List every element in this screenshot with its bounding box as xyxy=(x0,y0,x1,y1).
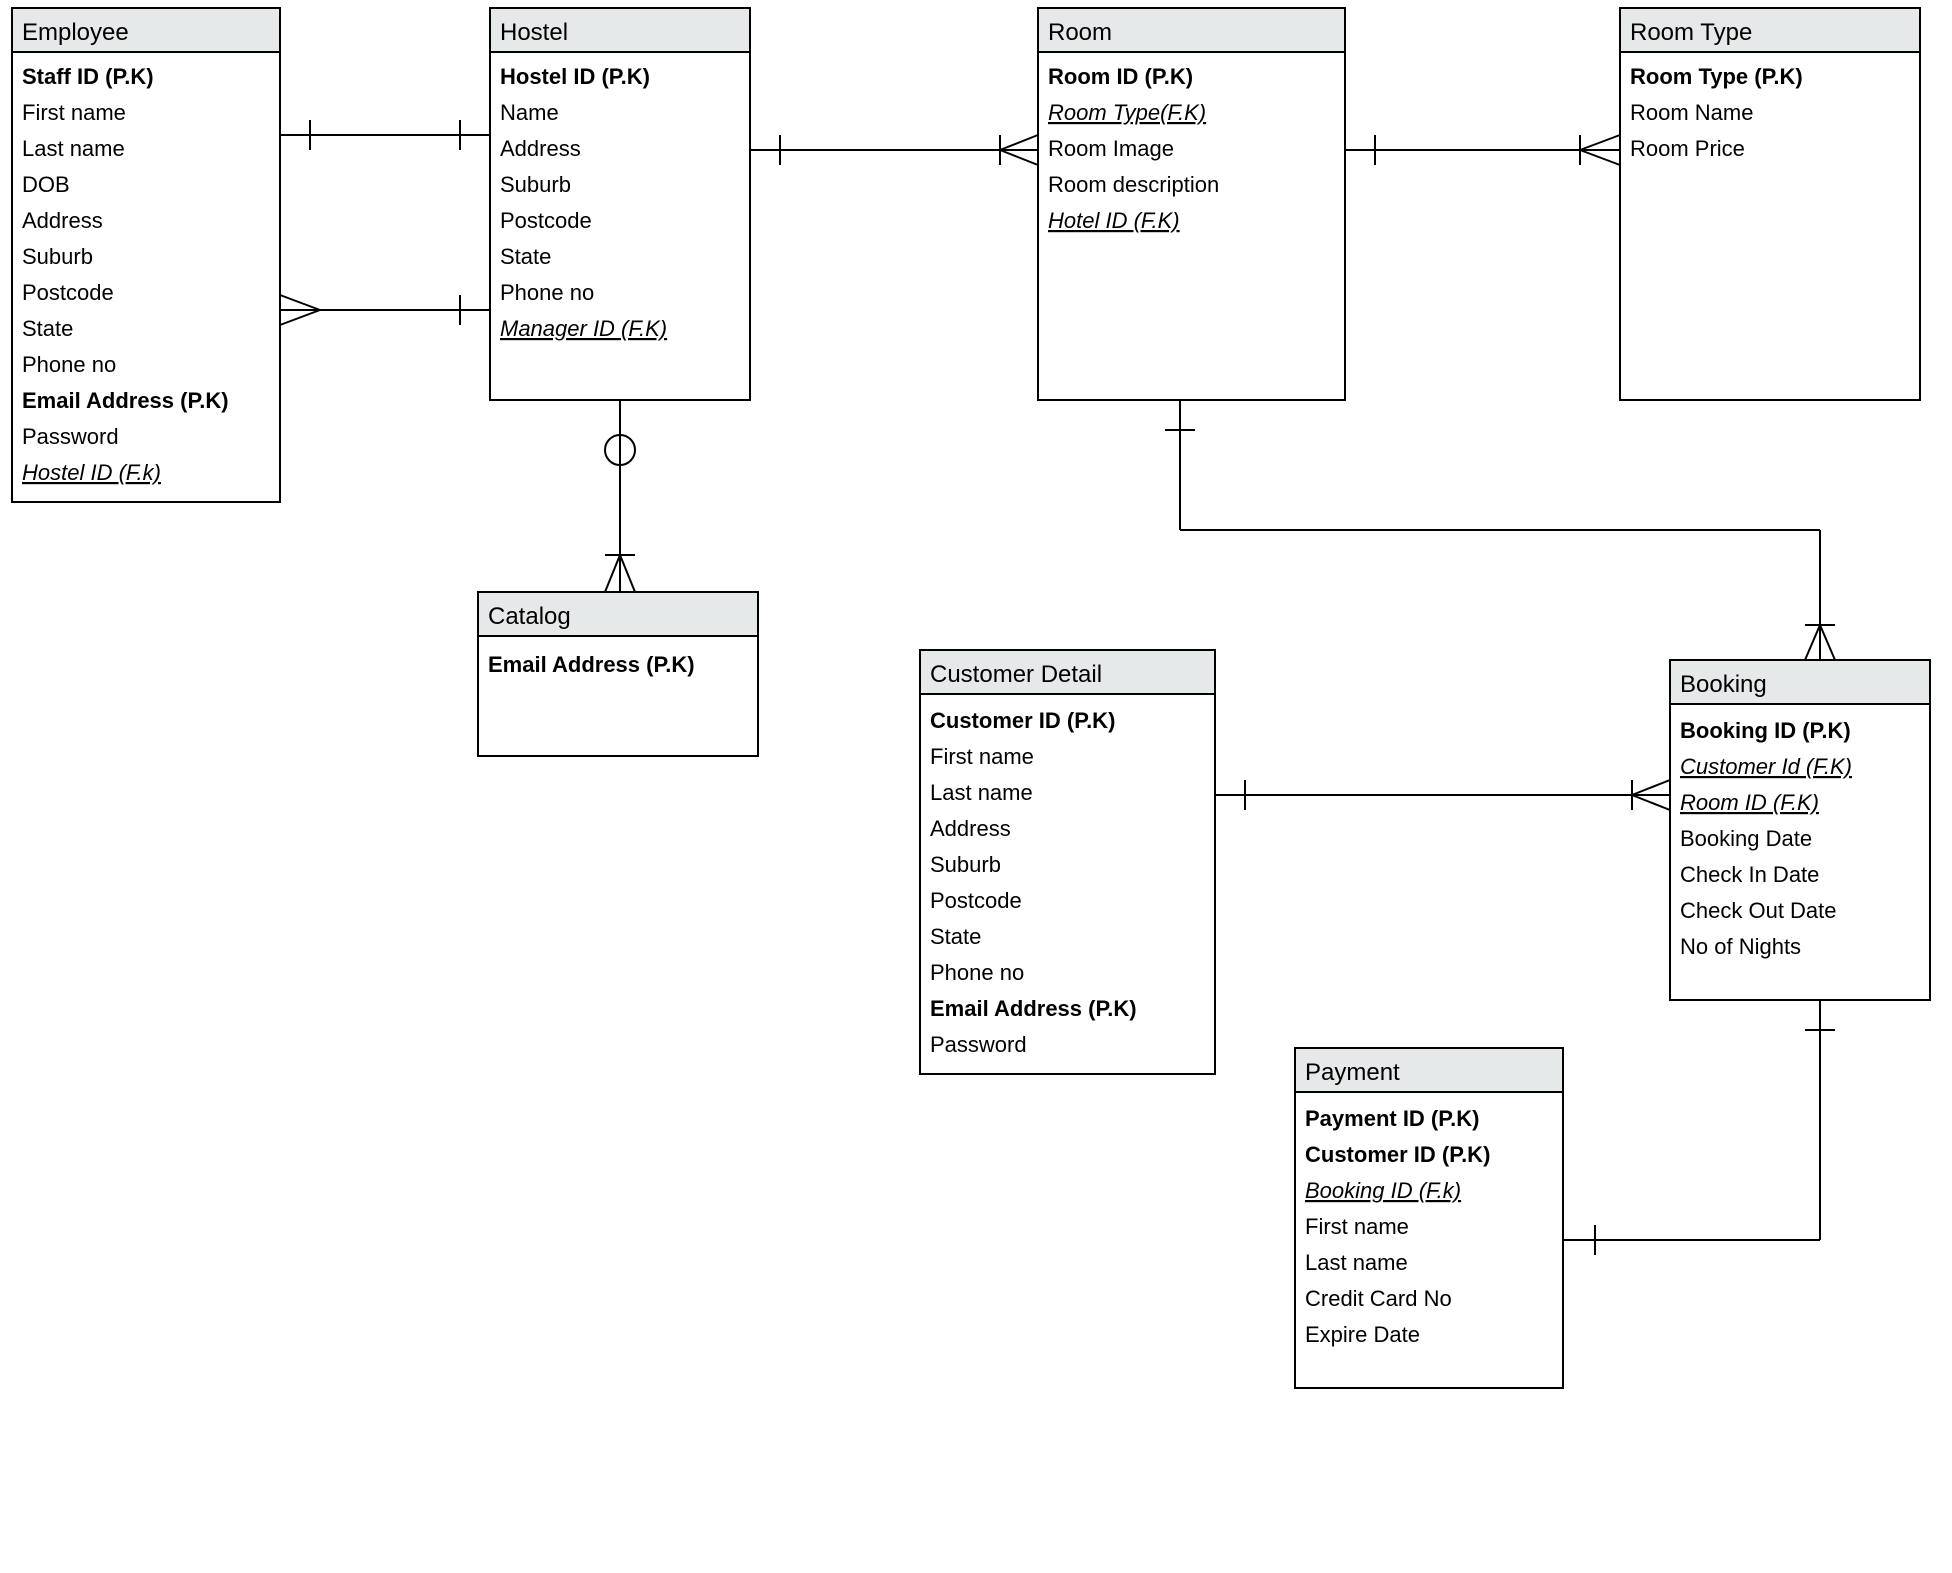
entity-catalog: Catalog Email Address (P.K) xyxy=(478,592,758,756)
svg-text:Catalog: Catalog xyxy=(488,603,571,630)
attr-text: Password xyxy=(930,1032,1027,1057)
attr-text: Name xyxy=(500,100,559,125)
attr-text: Email Address (P.K) xyxy=(488,652,695,677)
catalog-attrs: Email Address (P.K) xyxy=(488,652,695,677)
attr-text: Manager ID (F.K) xyxy=(500,316,667,341)
attr-text: Room ID (P.K) xyxy=(1048,64,1193,89)
entity-hostel: Hostel Hostel ID (P.K) Name Address Suburb P… xyxy=(490,8,750,400)
rel-room-roomtype xyxy=(1345,135,1620,165)
er-diagram: Employee Staff ID (P.K) First name Last na… xyxy=(0,0,1952,1573)
svg-text:Hostel: Hostel xyxy=(500,19,568,46)
attr-text: State xyxy=(930,924,981,949)
rel-hostel-room xyxy=(750,135,1038,165)
attr-text: Customer Id (F.K) xyxy=(1680,754,1852,779)
rel-customer-booking xyxy=(1215,780,1670,810)
rel-booking-payment xyxy=(1563,1000,1835,1255)
attr-text: Room Name xyxy=(1630,100,1753,125)
attr-text: Booking ID (F.k) xyxy=(1305,1178,1461,1203)
attr-text: No of Nights xyxy=(1680,934,1801,959)
rel-hostel-catalog xyxy=(605,400,635,592)
attr-text: Suburb xyxy=(500,172,571,197)
entity-customer: Customer Detail Customer ID (P.K) First n… xyxy=(920,650,1215,1074)
entity-employee: Employee Staff ID (P.K) First name Last na… xyxy=(12,8,280,502)
attr-text: Check Out Date xyxy=(1680,898,1837,923)
rel-room-booking xyxy=(1165,400,1835,660)
entity-booking: Booking Booking ID (P.K) Customer Id (F.K… xyxy=(1670,660,1930,1000)
attr-text: State xyxy=(22,316,73,341)
attr-text: Room description xyxy=(1048,172,1219,197)
svg-text:Employee: Employee xyxy=(22,19,129,46)
svg-text:Booking: Booking xyxy=(1680,671,1767,698)
attr-text: Postcode xyxy=(930,888,1022,913)
attr-text: DOB xyxy=(22,172,70,197)
attr-text: Customer ID (P.K) xyxy=(1305,1142,1490,1167)
attr-text: Password xyxy=(22,424,119,449)
attr-text: First name xyxy=(22,100,126,125)
attr-text: Hostel ID (P.K) xyxy=(500,64,650,89)
attr-text: Phone no xyxy=(930,960,1024,985)
rel-employee-hostel-top xyxy=(280,120,490,150)
attr-text: Hostel ID (F.k) xyxy=(22,460,161,485)
attr-text: Credit Card No xyxy=(1305,1286,1452,1311)
entity-payment: Payment Payment ID (P.K) Customer ID (P.K… xyxy=(1295,1048,1563,1388)
attr-text: State xyxy=(500,244,551,269)
entity-roomtype: Room Type Room Type (P.K) Room Name Room P… xyxy=(1620,8,1920,400)
attr-text: Email Address (P.K) xyxy=(22,388,229,413)
attr-text: Postcode xyxy=(500,208,592,233)
attr-text: Payment ID (P.K) xyxy=(1305,1106,1479,1131)
attr-text: Phone no xyxy=(500,280,594,305)
attr-text: Staff ID (P.K) xyxy=(22,64,154,89)
svg-text:Room: Room xyxy=(1048,19,1112,46)
svg-text:Room Type: Room Type xyxy=(1630,19,1752,46)
attr-text: Last name xyxy=(22,136,125,161)
entity-room: Room Room ID (P.K) Room Type(F.K) Room Ima… xyxy=(1038,8,1345,400)
attr-text: Room Image xyxy=(1048,136,1174,161)
attr-text: Suburb xyxy=(22,244,93,269)
attr-text: Room Type (P.K) xyxy=(1630,64,1803,89)
attr-text: Booking Date xyxy=(1680,826,1812,851)
rel-employee-hostel-bottom xyxy=(280,295,490,325)
attr-text: Suburb xyxy=(930,852,1001,877)
attr-text: Check In Date xyxy=(1680,862,1819,887)
attr-text: Phone no xyxy=(22,352,116,377)
attr-text: First name xyxy=(930,744,1034,769)
attr-text: Hotel ID (F.K) xyxy=(1048,208,1180,233)
svg-text:Payment: Payment xyxy=(1305,1059,1400,1086)
attr-text: Address xyxy=(22,208,103,233)
attr-text: Customer ID (P.K) xyxy=(930,708,1115,733)
attr-text: Booking ID (P.K) xyxy=(1680,718,1851,743)
svg-text:Customer Detail: Customer Detail xyxy=(930,661,1102,688)
attr-text: First name xyxy=(1305,1214,1409,1239)
attr-text: Address xyxy=(930,816,1011,841)
attr-text: Postcode xyxy=(22,280,114,305)
attr-text: Last name xyxy=(1305,1250,1408,1275)
attr-text: Room ID (F.K) xyxy=(1680,790,1819,815)
attr-text: Last name xyxy=(930,780,1033,805)
attr-text: Room Type(F.K) xyxy=(1048,100,1206,125)
attr-text: Address xyxy=(500,136,581,161)
attr-text: Room Price xyxy=(1630,136,1745,161)
attr-text: Expire Date xyxy=(1305,1322,1420,1347)
attr-text: Email Address (P.K) xyxy=(930,996,1137,1021)
